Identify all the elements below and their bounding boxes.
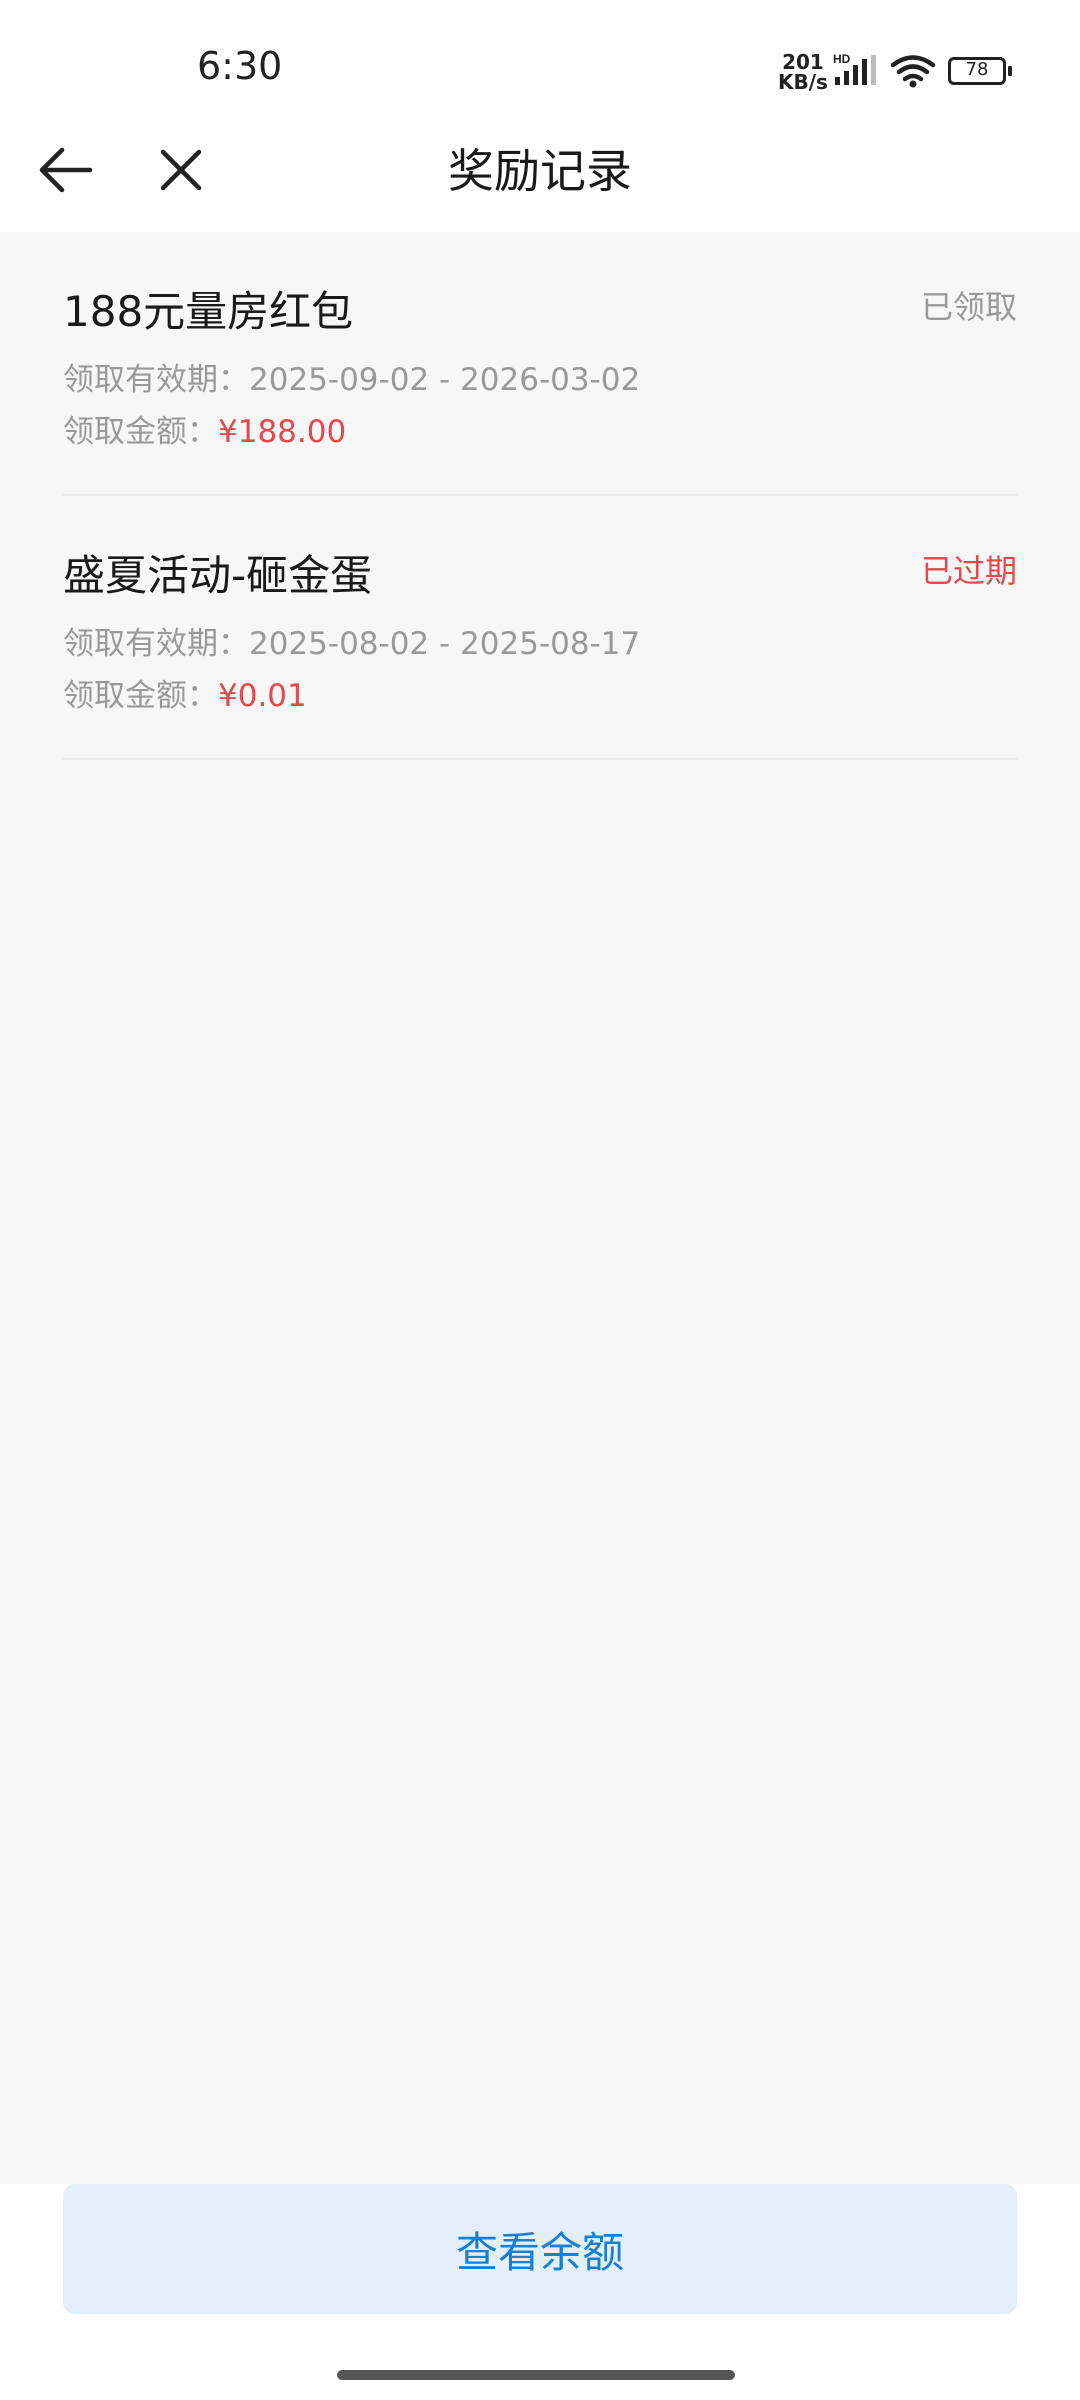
reward-validity: 领取有效期：2025-08-02 - 2025-08-17 [63,618,640,663]
reward-status: 已过期 [920,552,1017,590]
wifi-icon [890,55,936,88]
close-button[interactable] [145,134,217,206]
view-balance-button[interactable]: 查看余额 [63,2184,1017,2314]
arrow-left-icon [39,147,93,193]
amount-value: ¥188.00 [218,414,347,450]
battery-icon: 78 [948,57,1012,85]
network-speed: 201 KB/s [778,52,828,92]
navigation-bar: 奖励记录 [0,110,1080,232]
close-icon [160,149,202,191]
reward-amount: 领取金额：¥0.01 [63,670,307,715]
validity-dates: 2025-09-02 - 2026-03-02 [249,362,641,398]
reward-status: 已领取 [920,288,1017,326]
reward-amount: 领取金额：¥188.00 [63,406,346,451]
validity-label: 领取有效期： [63,362,249,398]
network-speed-unit: KB/s [778,70,828,94]
network-badge: HD [833,53,851,66]
validity-dates: 2025-08-02 - 2025-08-17 [249,626,641,662]
status-time: 6:30 [197,44,283,88]
amount-label: 领取金额： [63,678,218,714]
validity-label: 领取有效期： [63,626,249,662]
battery-level: 78 [965,59,989,80]
reward-title: 盛夏活动-砸金蛋 [63,551,373,600]
network-speed-value: 201 [782,50,824,74]
reward-list: 188元量房红包 已领取 领取有效期：2025-09-02 - 2026-03-… [0,232,1080,2184]
footer: 查看余额 [0,2184,1080,2400]
back-button[interactable] [30,134,102,206]
reward-title: 188元量房红包 [63,287,354,336]
reward-validity: 领取有效期：2025-09-02 - 2026-03-02 [63,354,640,399]
reward-item[interactable]: 盛夏活动-砸金蛋 已过期 领取有效期：2025-08-02 - 2025-08-… [63,496,1017,760]
amount-value: ¥0.01 [218,678,307,714]
reward-item[interactable]: 188元量房红包 已领取 领取有效期：2025-09-02 - 2026-03-… [63,232,1017,496]
signal-icon: HD [833,53,876,85]
home-indicator[interactable] [337,2370,735,2380]
amount-label: 领取金额： [63,414,218,450]
